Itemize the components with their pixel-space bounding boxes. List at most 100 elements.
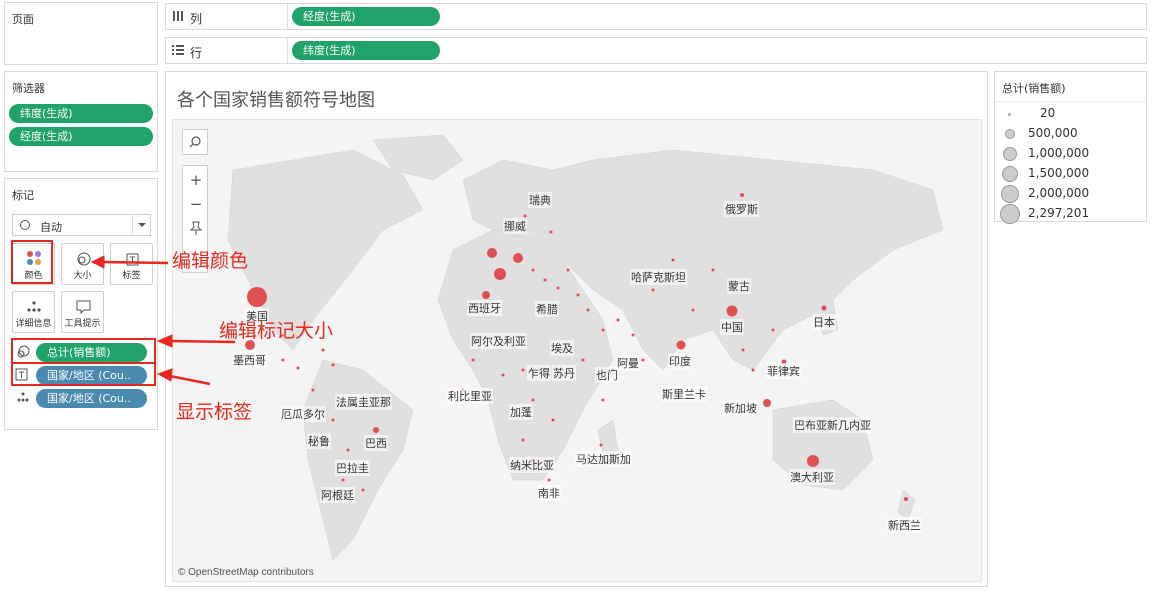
label-chad: 乍得 — [527, 365, 551, 381]
rows-icon — [172, 44, 184, 56]
columns-pill-longitude[interactable]: 经度(生成) — [292, 7, 440, 26]
filter-pill-latitude[interactable]: 纬度(生成) — [9, 104, 153, 123]
legend-size-circle — [1001, 185, 1019, 203]
size-button[interactable]: 大小 — [61, 243, 104, 285]
label-philippines: 菲律宾 — [766, 363, 801, 379]
pin-icon[interactable] — [189, 220, 203, 236]
view-title: 各个国家销售额符号地图 — [177, 90, 375, 111]
mark-france — [494, 268, 506, 280]
label-algeria: 阿尔及利亚 — [470, 333, 527, 349]
detail-field-icon — [16, 391, 30, 405]
zoom-out-icon[interactable]: − — [183, 192, 209, 216]
mark-spain — [482, 291, 490, 299]
label-peru: 秘鲁 — [307, 433, 331, 449]
tooltip-button[interactable]: 工具提示 — [61, 291, 104, 333]
label-kazakhstan: 哈萨克斯坦 — [630, 269, 687, 285]
mark-type-value: 自动 — [40, 221, 62, 234]
label-greece: 希腊 — [535, 301, 559, 317]
label-namibia: 纳米比亚 — [509, 457, 555, 473]
search-icon — [189, 135, 203, 152]
mark-usa — [247, 287, 267, 307]
label-papua: 巴布亚新几内亚 — [793, 417, 872, 433]
label-china: 中国 — [720, 319, 744, 335]
size-circles-icon — [62, 250, 103, 268]
label-brazil: 巴西 — [364, 435, 388, 451]
map-attribution: © OpenStreetMap contributors — [178, 567, 314, 578]
label-mongolia: 蒙古 — [727, 278, 751, 294]
detail-dots-icon — [13, 298, 54, 316]
legend-item-label: 2,297,201 — [1028, 206, 1090, 220]
map-area[interactable]: 瑞典 挪威 俄罗斯 哈萨克斯坦 蒙古 日本 中国 西班牙 希腊 美国 墨西哥 阿… — [172, 119, 982, 582]
shelf-divider — [287, 38, 288, 63]
mark-australia — [807, 455, 819, 467]
detail-button[interactable]: 详细信息 — [12, 291, 55, 333]
legend-size-circle — [1002, 166, 1018, 182]
label-liberia: 利比里亚 — [447, 388, 493, 404]
text-label-icon — [111, 250, 152, 268]
annotation-edit-color: 编辑颜色 — [172, 250, 249, 272]
rows-shelf[interactable]: 行 纬度(生成) — [165, 37, 1147, 64]
chevron-down-icon[interactable] — [132, 215, 150, 235]
legend-item-label: 1,000,000 — [1028, 146, 1090, 160]
label-sweden: 瑞典 — [528, 192, 552, 208]
mark-uk — [487, 248, 497, 258]
label-norway: 挪威 — [503, 218, 527, 234]
world-map — [227, 134, 944, 561]
annotation-edit-size: 编辑标记大小 — [219, 320, 334, 342]
size-button-label: 大小 — [73, 271, 92, 281]
label-new-zealand: 新西兰 — [887, 517, 922, 533]
label-oman: 阿曼 — [616, 355, 640, 371]
label-russia: 俄罗斯 — [724, 201, 759, 217]
mark-japan — [821, 305, 827, 311]
legend-size-circle — [1003, 147, 1017, 161]
label-button[interactable]: 标签 — [110, 243, 153, 285]
filters-card[interactable]: 筛选器 纬度(生成) 经度(生成) — [4, 71, 158, 172]
columns-icon — [172, 9, 184, 23]
legend-size-circle — [1008, 113, 1011, 116]
label-singapore: 新加坡 — [723, 400, 758, 416]
mark-type-dropdown[interactable]: 自动 — [12, 214, 151, 236]
marks-title: 标记 — [12, 189, 34, 202]
legend-size-circle — [1005, 129, 1015, 139]
legend-item-label: 500,000 — [1028, 126, 1078, 140]
detail-field-pill[interactable]: 国家/地区 (Cou.. — [36, 389, 147, 408]
detail-button-label: 详细信息 — [15, 319, 52, 329]
label-south-africa: 南非 — [537, 485, 561, 501]
legend-item: 2,000,000 — [995, 184, 1145, 204]
mark-indonesia — [763, 399, 771, 407]
mark-china — [726, 305, 738, 317]
label-french-guiana: 法属圭亚那 — [335, 394, 392, 410]
legend-item: 500,000 — [995, 124, 1145, 144]
label-button-label: 标签 — [122, 271, 141, 281]
label-ecuador: 厄瓜多尔 — [280, 406, 326, 422]
pages-title: 页面 — [12, 13, 34, 26]
filter-pill-longitude[interactable]: 经度(生成) — [9, 127, 153, 146]
legend-item-label: 20 — [1040, 106, 1056, 120]
label-madagascar: 马达加斯加 — [575, 451, 632, 467]
label-sri-lanka: 斯里兰卡 — [661, 386, 707, 402]
label-mexico: 墨西哥 — [232, 352, 267, 368]
highlight-color-button — [11, 240, 53, 284]
marks-card[interactable]: 标记 自动 颜色 大小 标签 详细信息 工具提示 总计(销售额) 国家/地区 (… — [4, 178, 158, 430]
label-sudan: 苏丹 — [552, 365, 576, 381]
legend-item: 20 — [995, 104, 1145, 124]
filters-title: 筛选器 — [12, 82, 45, 95]
label-paraguay: 巴拉圭 — [335, 460, 370, 476]
mark-brazil — [373, 427, 379, 433]
zoom-in-icon[interactable]: + — [183, 168, 209, 192]
label-yemen: 也门 — [595, 367, 619, 383]
label-gabon: 加蓬 — [509, 404, 533, 420]
label-egypt: 埃及 — [550, 340, 574, 356]
speech-bubble-icon — [62, 298, 103, 316]
label-japan: 日本 — [812, 314, 836, 330]
rows-pill-latitude[interactable]: 纬度(生成) — [292, 41, 440, 60]
circle-outline-icon — [20, 220, 30, 230]
pages-card[interactable]: 页面 — [4, 2, 158, 65]
columns-shelf[interactable]: 列 经度(生成) — [165, 3, 1147, 30]
label-argentina: 阿根廷 — [320, 487, 355, 503]
size-legend[interactable]: 总计(销售额) 20 500,000 1,000,000 1,500,000 2… — [994, 71, 1147, 224]
annotation-show-label: 显示标签 — [176, 401, 253, 423]
legend-item: 2,297,201 — [995, 204, 1145, 224]
label-australia: 澳大利亚 — [789, 469, 835, 485]
map-search-button[interactable] — [182, 129, 208, 155]
